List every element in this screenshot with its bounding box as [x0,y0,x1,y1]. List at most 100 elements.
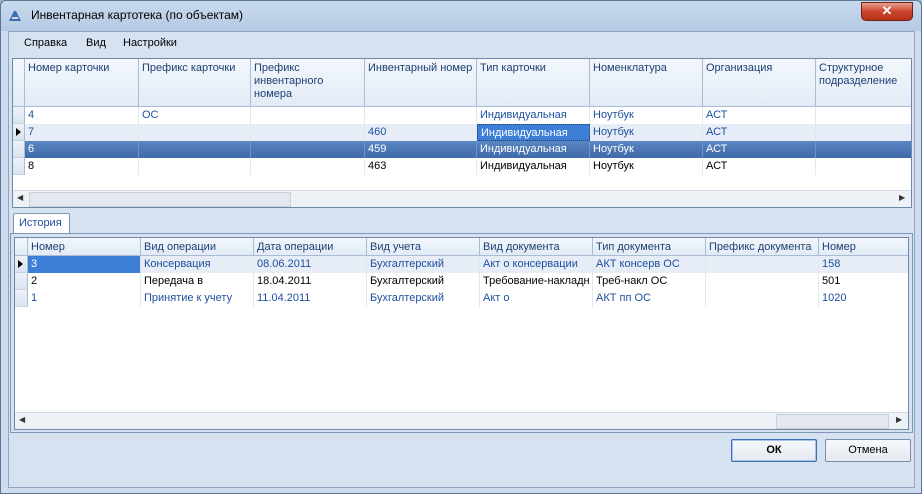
cell-department [816,158,911,175]
cell-document-type: Треб-накл ОС [593,273,706,290]
scroll-right-icon[interactable]: ▶ [896,415,902,424]
cell-nomenclature: Ноутбук [590,124,703,141]
row-indicator[interactable] [15,290,28,307]
cell-inv-prefix [251,141,365,158]
cell-nomenclature: Ноутбук [590,141,703,158]
table-row[interactable]: 7 460 Индивидуальная Ноутбук АСТ [13,124,911,141]
cell-nomenclature: Ноутбук [590,107,703,124]
col-department[interactable]: Структурное подразделение [816,59,911,107]
cell-organization: АСТ [703,158,816,175]
cell-inv-number: 460 [365,124,477,141]
menu-help[interactable]: Справка [24,37,67,49]
cell-document-prefix [706,290,819,307]
cell-operation: Принятие к учету [141,290,254,307]
cell-card-prefix: ОС [139,107,251,124]
cell-card-prefix [139,158,251,175]
cell-operation: Консервация [141,256,254,273]
row-indicator[interactable] [13,107,25,124]
close-button[interactable]: ✕ [861,2,913,21]
cell-accounting-type: Бухгалтерский [367,290,480,307]
cell-document-kind: Акт о консервации [480,256,593,273]
cell-card-number: 8 [25,158,139,175]
cell-document-number: 501 [819,273,908,290]
table-row[interactable]: 4 ОС Индивидуальная Ноутбук АСТ [13,107,911,124]
col-document-type[interactable]: Тип документа [593,238,706,256]
cell-card-type: Индивидуальная [477,141,590,158]
col-card-number[interactable]: Номер карточки [25,59,139,107]
cell-organization: АСТ [703,141,816,158]
table-row-selected[interactable]: 6 459 Индивидуальная Ноутбук АСТ [13,141,911,158]
col-card-prefix[interactable]: Префикс карточки [139,59,251,107]
col-accounting-type[interactable]: Вид учета [367,238,480,256]
table-row[interactable]: 1 Принятие к учету 11.04.2011 Бухгалтерс… [15,290,908,307]
col-inv-prefix[interactable]: Префикс инвентарного номера [251,59,365,107]
cell-card-number: 4 [25,107,139,124]
cancel-button[interactable]: Отмена [825,439,911,462]
app-icon [9,11,21,21]
header-indicator-cell [13,59,25,107]
cell-inv-prefix [251,124,365,141]
table-row[interactable]: 2 Передача в 18.04.2011 Бухгалтерский Тр… [15,273,908,290]
cell-department [816,124,911,141]
client-area: Справка Вид Настройки Номер карточки Пре… [8,31,915,488]
scroll-right-icon[interactable]: ▶ [899,193,905,202]
col-organization[interactable]: Организация [703,59,816,107]
cell-operation-date: 08.06.2011 [254,256,367,273]
cell-card-type: Индивидуальная [477,107,590,124]
cell-department [816,141,911,158]
menu-settings[interactable]: Настройки [123,37,177,49]
col-number[interactable]: Номер [28,238,141,256]
cards-header: Номер карточки Префикс карточки Префикс … [13,59,911,107]
row-indicator[interactable] [15,256,28,273]
cell-operation-date: 11.04.2011 [254,290,367,307]
col-operation-date[interactable]: Дата операции [254,238,367,256]
cell-number-focused[interactable]: 3 [28,256,141,273]
scroll-thumb[interactable] [29,192,291,207]
header-indicator-cell [15,238,28,256]
col-nomenclature[interactable]: Номенклатура [590,59,703,107]
cell-accounting-type: Бухгалтерский [367,256,480,273]
history-horizontal-scrollbar[interactable]: ◀ ▶ [15,412,908,429]
cell-document-type: АКТ консерв ОС [593,256,706,273]
tab-history[interactable]: История [13,213,70,234]
cell-organization: АСТ [703,124,816,141]
row-indicator[interactable] [15,273,28,290]
cell-card-type-focused[interactable]: Индивидуальная [477,124,590,141]
col-document-prefix[interactable]: Префикс документа [706,238,819,256]
cell-nomenclature: Ноутбук [590,158,703,175]
cell-document-number: 158 [819,256,908,273]
scroll-left-icon[interactable]: ◀ [17,193,23,202]
history-header: Номер Вид операции Дата операции Вид уче… [15,238,908,256]
table-row[interactable]: 8 463 Индивидуальная Ноутбук АСТ [13,158,911,175]
menu-view[interactable]: Вид [86,37,106,49]
cell-card-type: Индивидуальная [477,158,590,175]
cell-inv-number: 463 [365,158,477,175]
dialog-window: Инвентарная картотека (по объектам) ✕ Сп… [0,0,922,494]
col-operation[interactable]: Вид операции [141,238,254,256]
cell-document-kind: Акт о [480,290,593,307]
cell-card-number: 6 [25,141,139,158]
col-inv-number[interactable]: Инвентарный номер [365,59,477,107]
cards-grid: Номер карточки Префикс карточки Префикс … [12,58,912,208]
scroll-left-icon[interactable]: ◀ [19,415,25,424]
scroll-thumb[interactable] [776,414,889,429]
cell-document-prefix [706,273,819,290]
cell-card-number: 7 [25,124,139,141]
col-card-type[interactable]: Тип карточки [477,59,590,107]
cell-accounting-type: Бухгалтерский [367,273,480,290]
title-bar[interactable]: Инвентарная картотека (по объектам) ✕ [1,1,921,31]
row-indicator[interactable] [13,158,25,175]
row-indicator[interactable] [13,124,25,141]
col-document-number[interactable]: Номер документа [819,238,908,256]
menu-bar: Справка Вид Настройки [9,32,914,56]
row-indicator[interactable] [13,141,25,158]
col-document-kind[interactable]: Вид документа [480,238,593,256]
cell-number: 2 [28,273,141,290]
cell-card-prefix [139,124,251,141]
table-row[interactable]: 3 Консервация 08.06.2011 Бухгалтерский А… [15,256,908,273]
window-title: Инвентарная картотека (по объектам) [31,8,244,22]
ok-button[interactable]: ОК [731,439,817,462]
cell-document-type: АКТ пп ОС [593,290,706,307]
cards-horizontal-scrollbar[interactable]: ◀ ▶ [13,190,911,207]
cell-inv-prefix [251,107,365,124]
